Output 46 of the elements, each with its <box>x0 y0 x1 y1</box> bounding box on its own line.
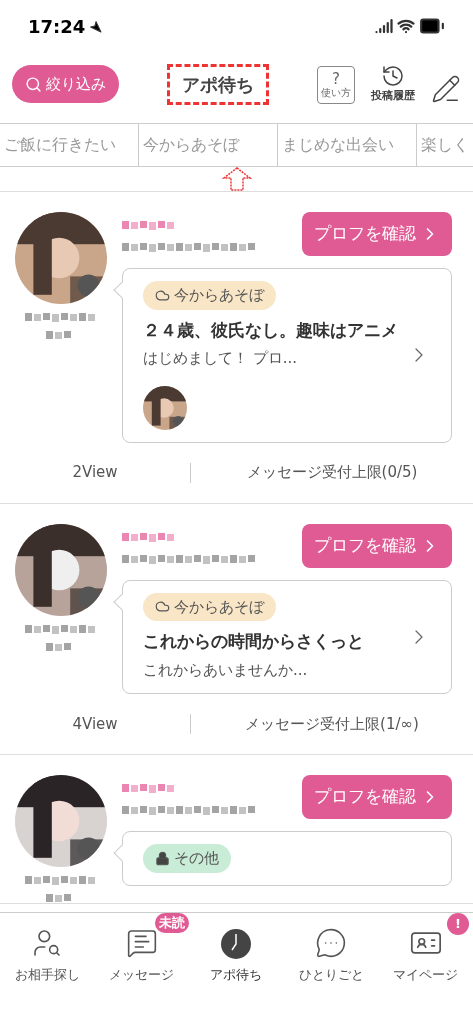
category-tag: 今からあそぼ <box>143 592 276 621</box>
check-profile-button[interactable]: プロフを確認 <box>302 775 452 819</box>
clock-icon <box>219 926 254 960</box>
redacted-text <box>25 875 97 885</box>
notification-badge: 未読 <box>155 913 190 933</box>
new-post-button[interactable] <box>431 74 461 105</box>
category-tag: その他 <box>143 844 231 873</box>
post-bubble[interactable]: その他 <box>122 831 452 886</box>
message-limit: メッセージ受付上限(1/∞) <box>245 713 419 735</box>
notification-badge: ! <box>446 913 469 935</box>
speech-bubble-icon <box>315 927 348 959</box>
redacted-text <box>122 220 176 230</box>
redacted-text <box>122 531 176 542</box>
redacted-text <box>122 783 176 793</box>
filter-button[interactable]: 絞り込み <box>12 65 119 103</box>
search-icon <box>25 75 42 93</box>
post-excerpt: これからあいませんか... <box>143 659 308 681</box>
view-count: 2View <box>72 462 118 484</box>
arrow-drawing <box>221 167 252 191</box>
post-excerpt: はじめまして！ プロ... <box>143 348 298 369</box>
tab-bar-item[interactable]: アポ待ち <box>210 917 263 985</box>
status-time: 17:24 <box>28 14 86 39</box>
help-button[interactable]: ? 使い方 <box>317 66 355 105</box>
redacted-text <box>25 312 97 322</box>
wifi-icon <box>397 17 415 35</box>
post-title: ２４歳、彼氏なし。趣味はアニメ <box>143 318 398 342</box>
message-limit: メッセージ受付上限(0/5) <box>246 462 418 484</box>
check-profile-button[interactable]: プロフを確認 <box>302 523 452 568</box>
page-title: アポ待ち <box>182 73 254 95</box>
lock-icon <box>155 850 170 866</box>
post-title: これからの時間からさくっと <box>143 630 364 653</box>
cloud-icon <box>155 599 170 615</box>
post-bubble[interactable]: 今からあそぼ これからの時間からさくっと これからあいませんか... <box>122 579 452 694</box>
tab-bar-item[interactable]: ひとりごと <box>298 917 364 985</box>
tab-bar-item[interactable]: お相手探し <box>14 917 80 985</box>
location-icon <box>89 19 103 33</box>
cloud-icon <box>155 287 170 303</box>
post-bubble[interactable]: 今からあそぼ ２４歳、彼氏なし。趣味はアニメ はじめまして！ プロ... <box>122 268 452 443</box>
history-icon <box>381 63 405 88</box>
category-tag: 今からあそぼ <box>143 281 276 310</box>
chat-icon <box>125 927 158 959</box>
signal-icon <box>375 17 393 35</box>
view-count: 4View <box>72 713 118 735</box>
check-profile-button[interactable]: プロフを確認 <box>302 212 452 256</box>
redacted-text <box>25 623 97 634</box>
history-button[interactable]: 投稿履歴 <box>371 63 415 105</box>
